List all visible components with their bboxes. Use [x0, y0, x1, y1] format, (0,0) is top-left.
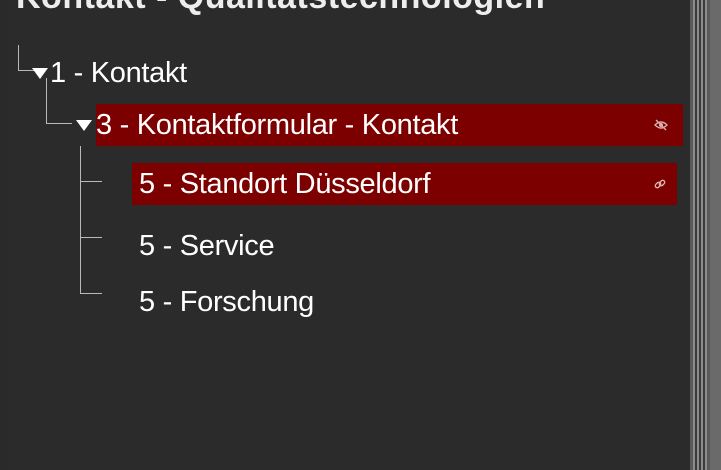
tree-item-label: 5 - Forschung	[139, 285, 315, 318]
page-title: Kontakt - Qualitätstechnologien	[16, 0, 545, 17]
tree-item-label: 3 - Kontaktformular - Kontakt	[96, 108, 459, 141]
tree-item-label: 1 - Kontakt	[50, 56, 187, 89]
tree-item-standort-duesseldorf[interactable]: 5 - Standort Düsseldorf	[132, 163, 677, 205]
tree-item-label: 5 - Standort Düsseldorf	[139, 167, 431, 200]
tree-item-service[interactable]: 5 - Service	[139, 225, 275, 267]
tree-item-kontaktformular[interactable]: 3 - Kontaktformular - Kontakt	[76, 104, 683, 146]
tree-line	[80, 181, 102, 182]
scrollbar-track[interactable]	[693, 0, 707, 470]
vertical-scrollbar[interactable]	[690, 0, 721, 470]
tree-line	[80, 237, 102, 238]
eye-off-icon[interactable]	[653, 117, 669, 133]
tree-line	[18, 45, 19, 71]
tree-line	[46, 123, 72, 124]
expand-caret-icon[interactable]	[32, 67, 48, 79]
tree-item-kontakt[interactable]: 1 - Kontakt	[32, 52, 187, 94]
expand-caret-icon[interactable]	[76, 119, 92, 131]
link-icon[interactable]	[652, 176, 668, 192]
tree-line	[80, 293, 102, 294]
tree-item-forschung[interactable]: 5 - Forschung	[139, 281, 314, 323]
scrollbar-edge	[710, 0, 721, 470]
tree-line	[80, 146, 81, 294]
tree-panel: Kontakt - Qualitätstechnologien 1 - Kont…	[8, 0, 690, 470]
tree-item-label: 5 - Service	[139, 229, 275, 262]
